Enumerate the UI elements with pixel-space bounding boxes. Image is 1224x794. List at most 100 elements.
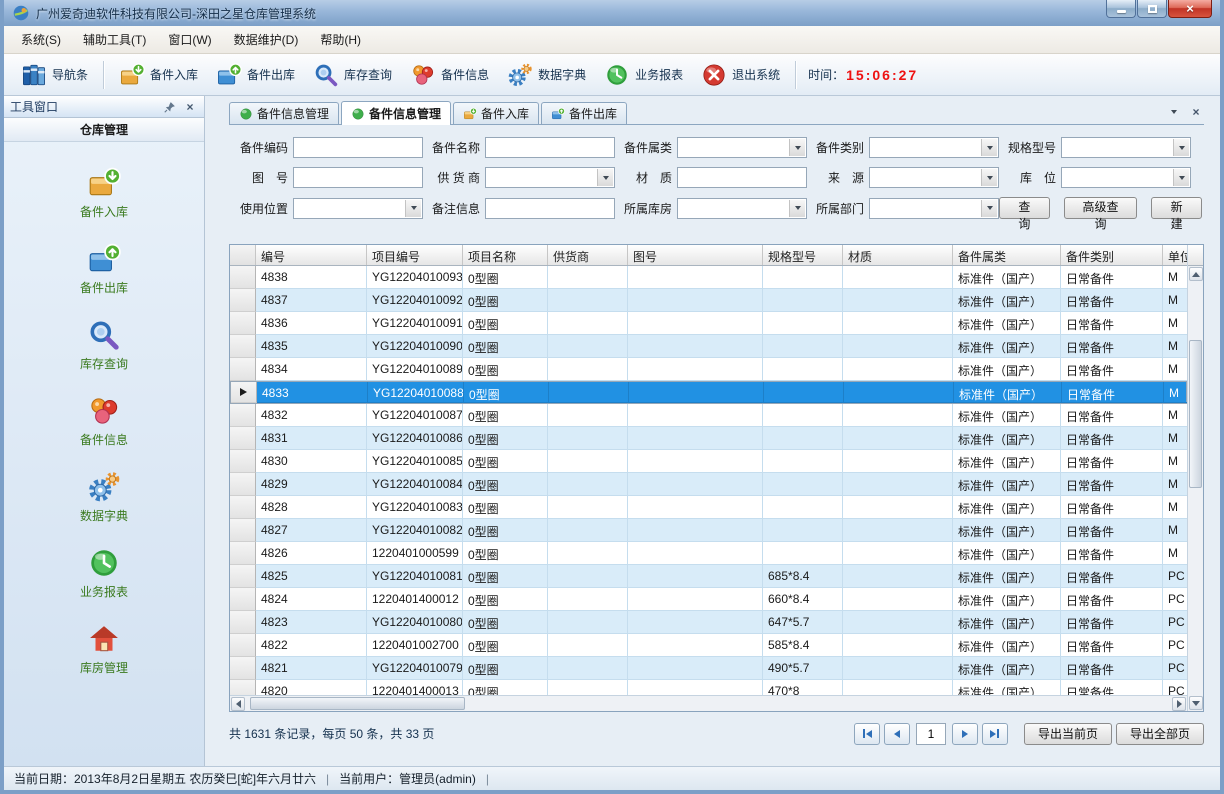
tab-parts-info-management-1[interactable]: 备件信息管理 [229,102,339,124]
table-row[interactable]: 482412204014000120型圈660*8.4标准件（国产）日常备件PC [230,588,1187,611]
toolbar-button-parts-inbound[interactable]: 备件入库 [110,58,207,92]
menu-item-help[interactable]: 帮助(H) [309,26,372,53]
close-button[interactable]: × [1168,0,1212,18]
table-row[interactable]: 4838YG122040100930型圈标准件（国产）日常备件M [230,266,1187,289]
tab-parts-inbound[interactable]: 备件入库 [453,102,539,124]
material-input[interactable] [677,167,807,188]
location-select[interactable] [1061,167,1191,188]
dropdown-arrow-icon[interactable] [1173,169,1189,186]
column-header[interactable]: 编号 [256,245,367,265]
tab-parts-info-management-2[interactable]: 备件信息管理 [341,101,451,125]
hscroll-track[interactable] [246,696,1171,711]
export-current-page-button[interactable]: 导出当前页 [1024,723,1112,745]
sidebar-item-data-dict[interactable]: 数据字典 [80,470,128,524]
last-page-button[interactable] [982,723,1008,745]
table-row[interactable]: 4821YG122040100790型圈490*5.7标准件（国产）日常备件PC [230,657,1187,680]
tab-parts-outbound[interactable]: 备件出库 [541,102,627,124]
table-row[interactable]: 4833YG122040100880型圈标准件（国产）日常备件M [230,381,1187,404]
sidebar-item-business-report[interactable]: 业务报表 [80,546,128,600]
table-row[interactable]: 4832YG122040100870型圈标准件（国产）日常备件M [230,404,1187,427]
dropdown-arrow-icon[interactable] [789,139,805,156]
pin-icon[interactable] [162,99,178,115]
query-button[interactable]: 查询 [999,197,1050,219]
tab-close-icon[interactable]: × [1188,104,1204,120]
column-header[interactable]: 图号 [628,245,763,265]
dropdown-arrow-icon[interactable] [789,200,805,217]
use-position-select[interactable] [293,198,423,219]
part-class-select[interactable] [677,137,807,158]
column-header[interactable]: 项目编号 [367,245,463,265]
prev-page-button[interactable] [884,723,910,745]
dropdown-arrow-icon[interactable] [405,200,421,217]
table-row[interactable]: 4823YG122040100800型圈647*5.7标准件（国产）日常备件PC [230,611,1187,634]
horizontal-scrollbar[interactable] [230,695,1187,711]
sidebar-item-warehouse-mgmt[interactable]: 库房管理 [80,622,128,676]
scroll-up-icon[interactable] [1189,267,1203,281]
title-bar[interactable]: 广州爱奇迪软件科技有限公司-深田之星仓库管理系统 × [4,0,1220,26]
panel-close-icon[interactable]: × [182,99,198,115]
toolbar-button-data-dict[interactable]: 数据字典 [498,58,595,92]
column-header[interactable]: 供货商 [548,245,628,265]
column-header[interactable]: 项目名称 [463,245,548,265]
sidebar-item-parts-info[interactable]: 备件信息 [80,394,128,448]
warehouse-select[interactable] [677,198,807,219]
remark-input[interactable] [485,198,615,219]
table-row[interactable]: 4825YG122040100810型圈685*8.4标准件（国产）日常备件PC [230,565,1187,588]
tab-list-dropdown-icon[interactable] [1166,104,1182,120]
sidebar-item-stock-query[interactable]: 库存查询 [80,318,128,372]
scroll-left-icon[interactable] [231,697,245,711]
supplier-select[interactable] [485,167,615,188]
next-page-button[interactable] [952,723,978,745]
spec-model-select[interactable] [1061,137,1191,158]
toolbar-button-exit-system[interactable]: 退出系统 [692,58,789,92]
dropdown-arrow-icon[interactable] [1173,139,1189,156]
source-select[interactable] [869,167,999,188]
toolbar-button-parts-outbound[interactable]: 备件出库 [207,58,304,92]
table-row[interactable]: 4830YG122040100850型圈标准件（国产）日常备件M [230,450,1187,473]
sidebar-item-parts-inbound[interactable]: 备件入库 [80,166,128,220]
menu-item-window[interactable]: 窗口(W) [157,26,222,53]
part-code-input[interactable] [293,137,423,158]
first-page-button[interactable] [854,723,880,745]
table-row[interactable]: 4827YG122040100820型圈标准件（国产）日常备件M [230,519,1187,542]
column-header[interactable]: 规格型号 [763,245,843,265]
table-row[interactable]: 482012204014000130型圈470*8标准件（国产）日常备件PC [230,680,1187,695]
table-row[interactable]: 4828YG122040100830型圈标准件（国产）日常备件M [230,496,1187,519]
maximize-button[interactable] [1137,0,1167,18]
toolbar-button-nav-bar[interactable]: 导航条 [12,58,97,92]
vertical-scrollbar[interactable] [1187,245,1203,711]
part-name-input[interactable] [485,137,615,158]
sidebar-item-parts-outbound[interactable]: 备件出库 [80,242,128,296]
department-select[interactable] [869,198,999,219]
table-row[interactable]: 4837YG122040100920型圈标准件（国产）日常备件M [230,289,1187,312]
menu-item-system[interactable]: 系统(S) [10,26,72,53]
table-row[interactable]: 4836YG122040100910型圈标准件（国产）日常备件M [230,312,1187,335]
table-row[interactable]: 4834YG122040100890型圈标准件（国产）日常备件M [230,358,1187,381]
column-header[interactable]: 备件类别 [1061,245,1163,265]
scroll-right-icon[interactable] [1172,697,1186,711]
table-row[interactable]: 4835YG122040100900型圈标准件（国产）日常备件M [230,335,1187,358]
table-row[interactable]: 482212204010027000型圈585*8.4标准件（国产）日常备件PC [230,634,1187,657]
column-header[interactable]: 备件属类 [953,245,1061,265]
dropdown-arrow-icon[interactable] [597,169,613,186]
dropdown-arrow-icon[interactable] [981,139,997,156]
advanced-query-button[interactable]: 高级查询 [1064,197,1138,219]
new-button[interactable]: 新建 [1151,197,1202,219]
toolbar-button-stock-query[interactable]: 库存查询 [304,58,401,92]
export-all-pages-button[interactable]: 导出全部页 [1116,723,1204,745]
table-row[interactable]: 4831YG122040100860型圈标准件（国产）日常备件M [230,427,1187,450]
dropdown-arrow-icon[interactable] [981,169,997,186]
toolbar-button-parts-info[interactable]: 备件信息 [401,58,498,92]
column-header[interactable]: 单位 [1163,245,1187,265]
table-row[interactable]: 482612204010005990型圈标准件（国产）日常备件M [230,542,1187,565]
menu-item-data-maintenance[interactable]: 数据维护(D) [223,26,310,53]
toolbar-button-business-report[interactable]: 业务报表 [595,58,692,92]
dropdown-arrow-icon[interactable] [981,200,997,217]
part-type-select[interactable] [869,137,999,158]
table-row[interactable]: 4829YG122040100840型圈标准件（国产）日常备件M [230,473,1187,496]
vscroll-thumb[interactable] [1189,340,1202,489]
menu-item-aux-tools[interactable]: 辅助工具(T) [72,26,157,53]
minimize-button[interactable] [1106,0,1136,18]
scroll-down-icon[interactable] [1189,696,1203,710]
page-number-input[interactable] [916,723,946,745]
